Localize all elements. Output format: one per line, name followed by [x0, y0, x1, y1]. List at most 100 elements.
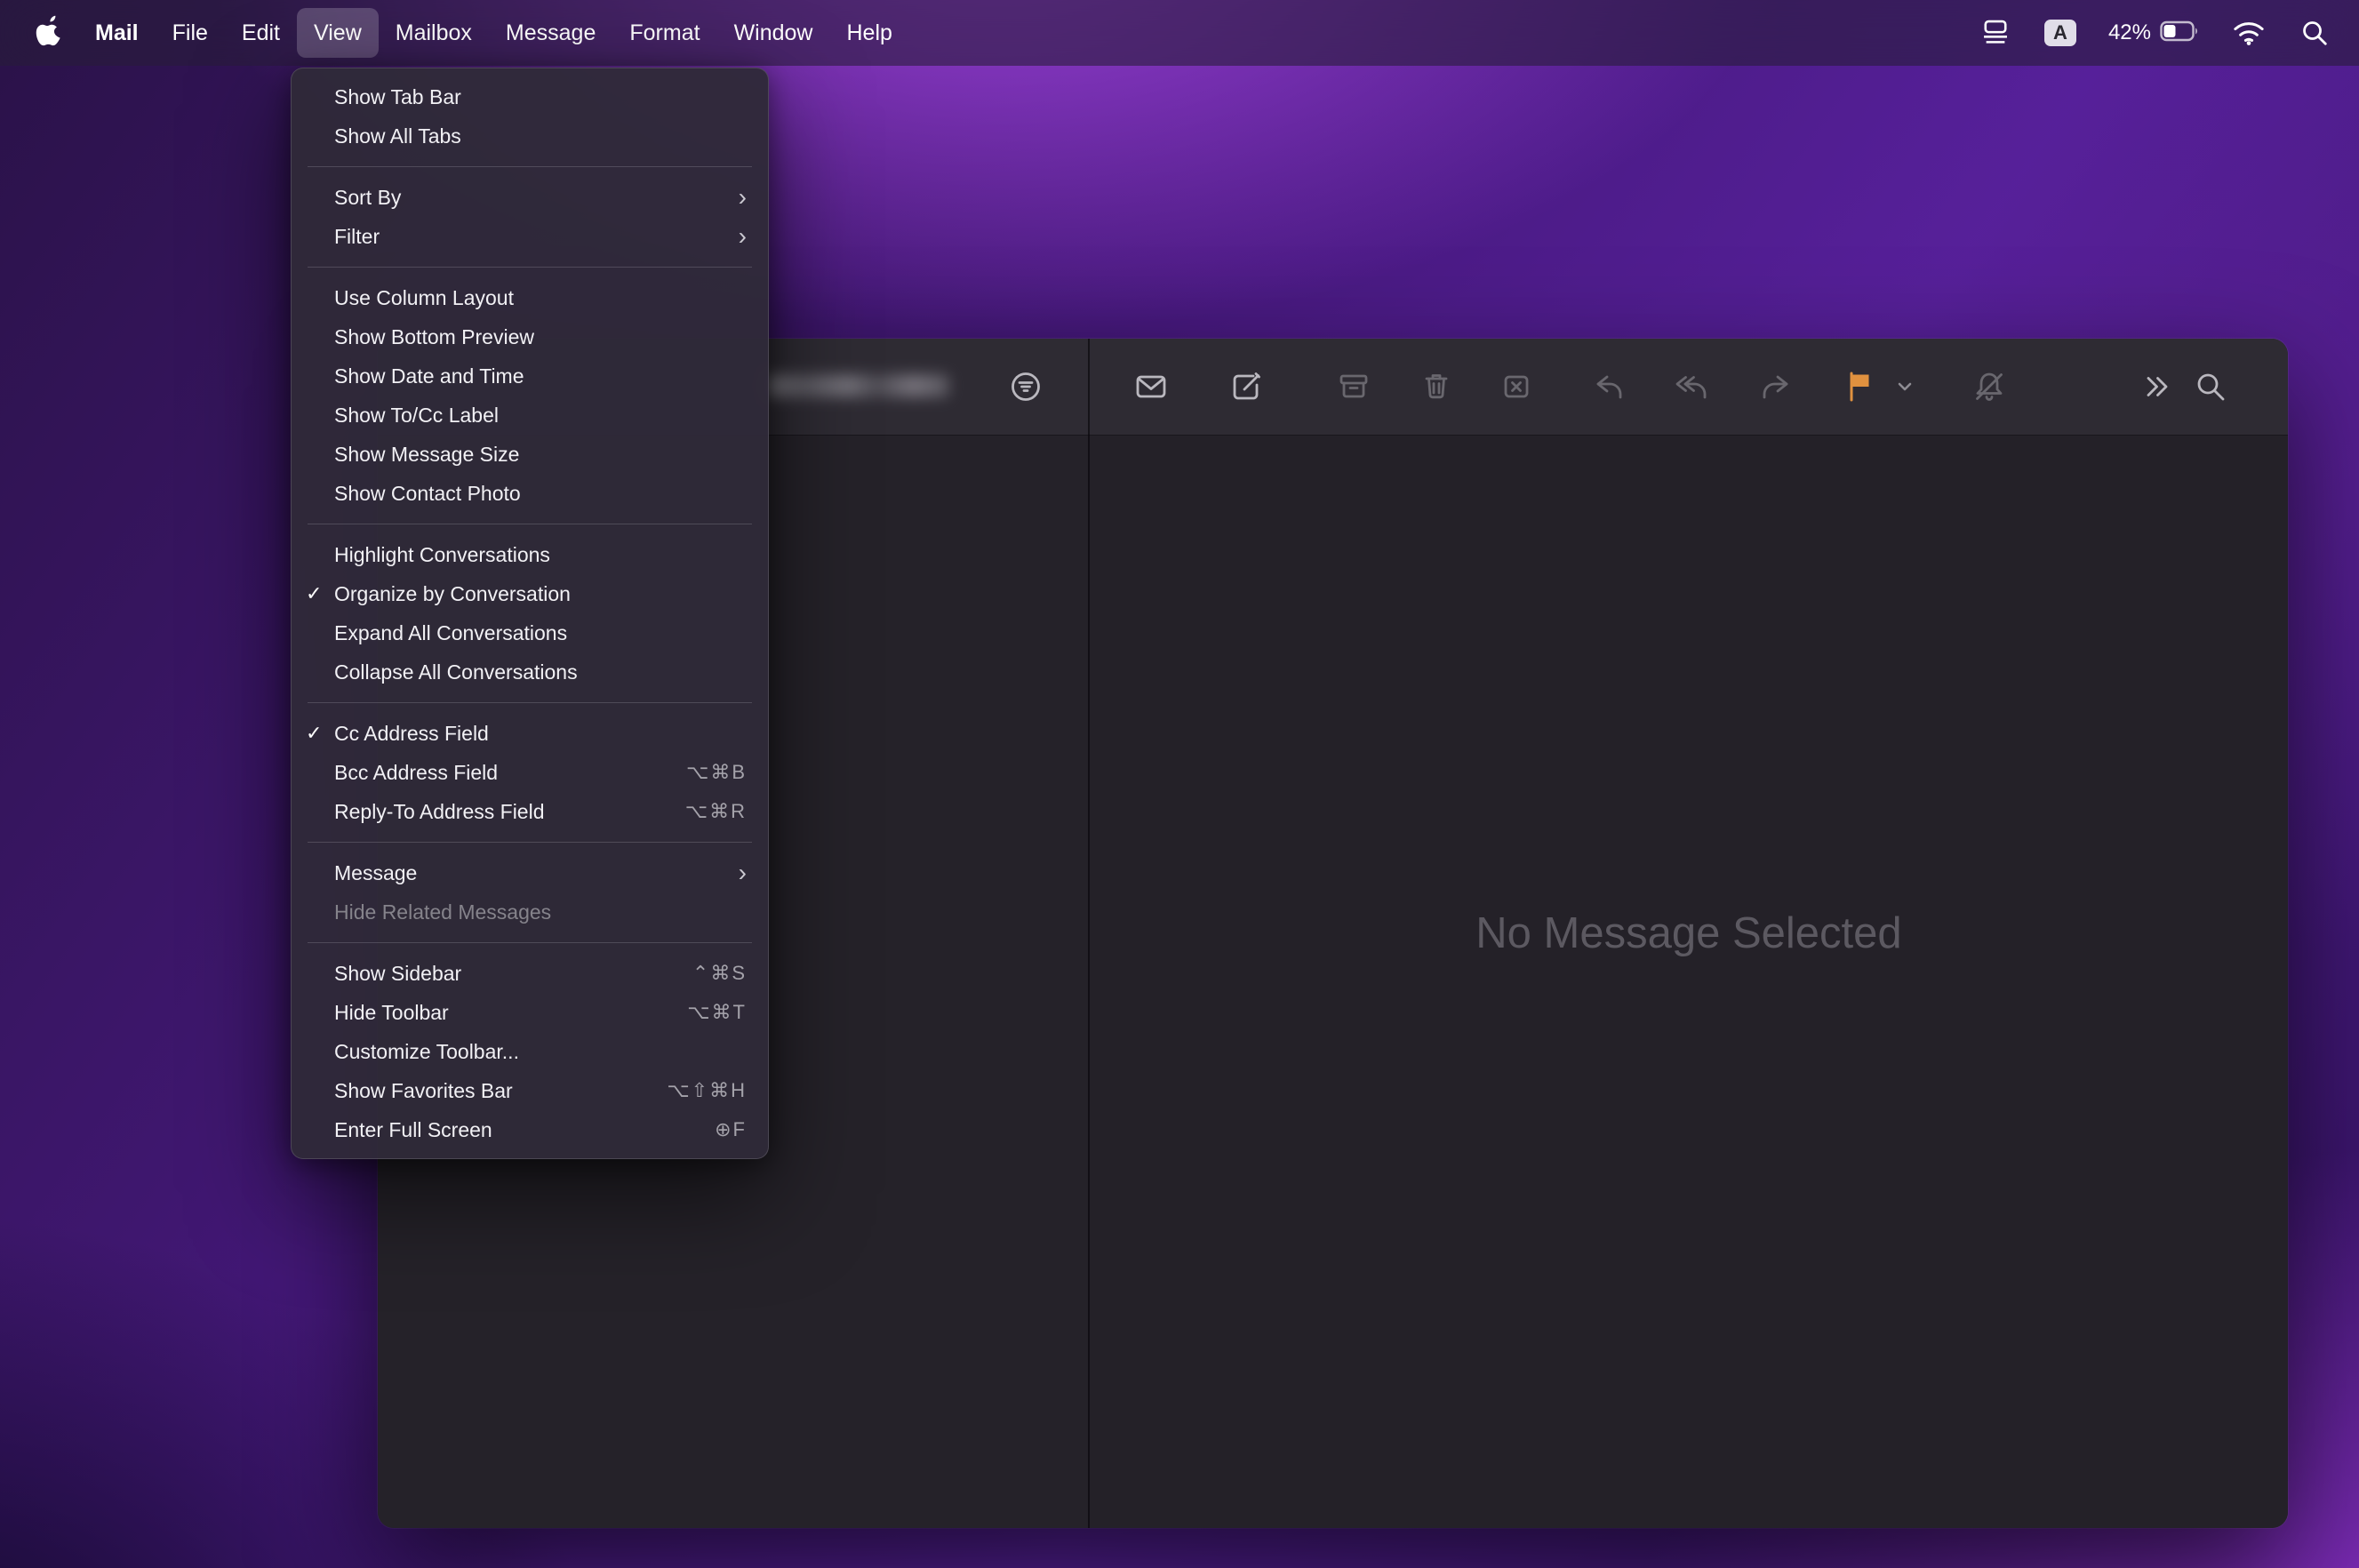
menu-item-show-favorites-bar[interactable]: Show Favorites Bar⌥⇧⌘H — [292, 1071, 768, 1110]
menu-item-shortcut: ⊕F — [715, 1118, 747, 1141]
menu-item-label: Collapse All Conversations — [334, 660, 747, 684]
empty-state-text: No Message Selected — [1475, 908, 1901, 958]
menu-bar-apps: MailFileEditViewMailboxMessageFormatWind… — [78, 8, 909, 58]
reply-all-icon[interactable] — [1673, 367, 1712, 406]
menu-item-show-all-tabs[interactable]: Show All Tabs — [292, 116, 768, 156]
menu-item-show-bottom-preview[interactable]: Show Bottom Preview — [292, 317, 768, 356]
apple-logo-icon — [36, 14, 64, 52]
menubar-item-message[interactable]: Message — [489, 8, 612, 58]
menu-item-highlight-conversations[interactable]: Highlight Conversations — [292, 535, 768, 574]
menu-item-label: Bcc Address Field — [334, 761, 686, 785]
menu-item-bcc-address-field[interactable]: Bcc Address Field⌥⌘B — [292, 753, 768, 792]
menu-item-label: Hide Related Messages — [334, 900, 747, 924]
menu-item-label: Use Column Layout — [334, 286, 747, 310]
menu-item-label: Enter Full Screen — [334, 1118, 715, 1142]
redacted-mailbox-label — [767, 374, 949, 397]
message-view-pane: No Message Selected — [1090, 436, 2288, 1528]
menu-item-label: Sort By — [334, 186, 728, 210]
menu-item-filter[interactable]: Filter › — [292, 217, 768, 256]
menu-item-show-message-size[interactable]: Show Message Size — [292, 435, 768, 474]
menu-separator — [308, 842, 752, 843]
view-menu-dropdown: Show Tab Bar Show All Tabs Sort By › Filter ›… — [291, 68, 769, 1159]
menu-separator — [308, 702, 752, 703]
battery-icon — [2160, 20, 2199, 46]
chevron-right-icon: › — [739, 224, 747, 249]
compose-icon[interactable] — [1227, 367, 1266, 406]
menu-item-label: Reply-To Address Field — [334, 800, 685, 824]
menu-item-reply-to-address-field[interactable]: Reply-To Address Field⌥⌘R — [292, 792, 768, 831]
menu-item-label: Show Favorites Bar — [334, 1079, 667, 1103]
spotlight-search-icon[interactable] — [2299, 17, 2331, 49]
archive-icon[interactable] — [1334, 367, 1373, 406]
battery-indicator[interactable]: 42% — [2108, 20, 2199, 46]
search-icon[interactable] — [2191, 367, 2230, 406]
menu-item-use-column-layout[interactable]: Use Column Layout — [292, 278, 768, 317]
menu-item-label: Show Bottom Preview — [334, 325, 747, 349]
input-source-badge[interactable]: A — [2044, 20, 2076, 46]
menu-item-label: Message — [334, 861, 728, 885]
menu-item-show-date-and-time[interactable]: Show Date and Time — [292, 356, 768, 396]
menubar-item-file[interactable]: File — [156, 8, 225, 58]
menu-item-message[interactable]: Message › — [292, 853, 768, 892]
menu-item-label: Hide Toolbar — [334, 1001, 687, 1025]
battery-percent: 42% — [2108, 20, 2151, 45]
menu-item-label: Expand All Conversations — [334, 621, 747, 645]
menu-item-shortcut: ⌥⌘B — [686, 761, 747, 784]
menu-separator — [308, 267, 752, 268]
menubar-item-mailbox[interactable]: Mailbox — [379, 8, 489, 58]
menu-item-hide-related-messages: Hide Related Messages — [292, 892, 768, 932]
menu-item-shortcut: ⌃⌘S — [692, 962, 747, 985]
chevron-right-icon: › — [739, 860, 747, 885]
menu-item-organize-by-conversation[interactable]: ✓Organize by Conversation — [292, 574, 768, 613]
reply-icon[interactable] — [1590, 367, 1629, 406]
menu-item-customize-toolbar[interactable]: Customize Toolbar... — [292, 1032, 768, 1071]
more-icon[interactable] — [2135, 367, 2174, 406]
checkmark-icon: ✓ — [306, 722, 334, 745]
menubar-item-help[interactable]: Help — [829, 8, 908, 58]
menu-bar: MailFileEditViewMailboxMessageFormatWind… — [0, 0, 2359, 66]
menu-item-label: Organize by Conversation — [334, 582, 747, 606]
menu-item-label: Filter — [334, 225, 728, 249]
menubar-item-mail[interactable]: Mail — [78, 8, 156, 58]
menu-item-show-contact-photo[interactable]: Show Contact Photo — [292, 474, 768, 513]
trash-icon[interactable] — [1417, 367, 1456, 406]
mute-icon[interactable] — [1970, 367, 2009, 406]
menu-item-expand-all-conversations[interactable]: Expand All Conversations — [292, 613, 768, 652]
menubar-item-edit[interactable]: Edit — [225, 8, 297, 58]
menu-item-shortcut: ⌥⇧⌘H — [667, 1079, 747, 1102]
pane-divider[interactable] — [1088, 339, 1090, 1528]
menu-item-label: Customize Toolbar... — [334, 1040, 747, 1064]
menubar-item-window[interactable]: Window — [717, 8, 830, 58]
menu-item-label: Show Tab Bar — [334, 85, 747, 109]
menu-item-collapse-all-conversations[interactable]: Collapse All Conversations — [292, 652, 768, 692]
filter-icon[interactable] — [1006, 367, 1045, 406]
flag-icon[interactable] — [1840, 367, 1879, 406]
menubar-item-view[interactable]: View — [297, 8, 379, 58]
apple-menu[interactable] — [32, 13, 68, 52]
menu-bar-left: MailFileEditViewMailboxMessageFormatWind… — [0, 8, 909, 58]
menu-item-label: Show Message Size — [334, 443, 747, 467]
menu-item-cc-address-field[interactable]: ✓Cc Address Field — [292, 714, 768, 753]
chevron-down-icon[interactable] — [1895, 377, 1915, 396]
menu-item-enter-full-screen[interactable]: Enter Full Screen⊕F — [292, 1110, 768, 1149]
check-mail-icon[interactable] — [1132, 367, 1171, 406]
stacks-icon[interactable] — [1979, 16, 2012, 50]
checkmark-icon: ✓ — [306, 582, 334, 605]
menu-item-show-sidebar[interactable]: Show Sidebar⌃⌘S — [292, 954, 768, 993]
menu-item-label: Show Date and Time — [334, 364, 747, 388]
menu-item-show-to-cc-label[interactable]: Show To/Cc Label — [292, 396, 768, 435]
menubar-item-format[interactable]: Format — [612, 8, 716, 58]
menu-item-hide-toolbar[interactable]: Hide Toolbar⌥⌘T — [292, 993, 768, 1032]
forward-icon[interactable] — [1755, 367, 1795, 406]
menu-separator — [308, 942, 752, 943]
menu-item-label: Highlight Conversations — [334, 543, 747, 567]
chevron-right-icon: › — [739, 185, 747, 210]
menu-item-label: Show To/Cc Label — [334, 404, 747, 428]
menu-item-sort-by[interactable]: Sort By › — [292, 178, 768, 217]
menu-item-label: Show All Tabs — [334, 124, 747, 148]
menu-item-show-tab-bar[interactable]: Show Tab Bar — [292, 77, 768, 116]
wifi-icon[interactable] — [2231, 19, 2267, 47]
menu-bar-status: A 42% — [1979, 16, 2359, 50]
menu-item-label: Cc Address Field — [334, 722, 747, 746]
junk-icon[interactable] — [1497, 367, 1536, 406]
